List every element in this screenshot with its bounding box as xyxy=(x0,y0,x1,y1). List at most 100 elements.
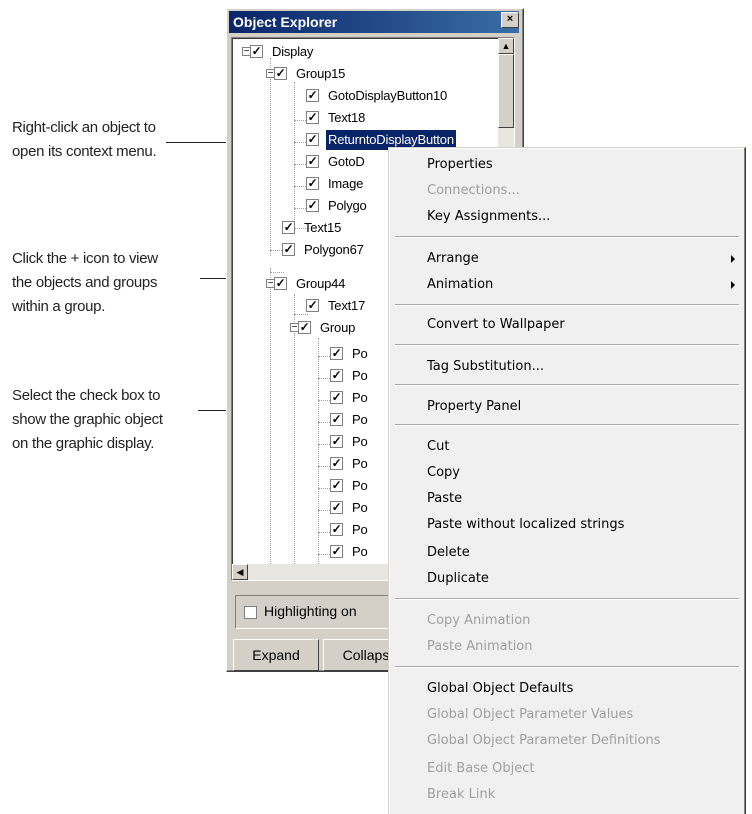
checkbox-checked-icon[interactable]: ✓ xyxy=(330,413,343,426)
menu-item-paste-animation: Paste Animation xyxy=(427,639,533,654)
annotation-check-box: Select the check box to show the graphic… xyxy=(12,384,163,456)
tree-node-label: Image xyxy=(328,176,364,191)
tree-node-label: Po xyxy=(352,522,368,537)
checkbox-checked-icon[interactable]: ✓ xyxy=(282,243,295,256)
tree-line xyxy=(318,338,319,580)
checkbox-checked-icon[interactable]: ✓ xyxy=(250,45,263,58)
tree-node-label: Group xyxy=(320,320,356,335)
checkbox-checked-icon[interactable]: ✓ xyxy=(306,299,319,312)
checkbox-checked-icon[interactable]: ✓ xyxy=(330,501,343,514)
expand-button[interactable]: Expand xyxy=(233,639,319,671)
annotation-line: open its context menu. xyxy=(12,143,157,160)
tree-line xyxy=(294,294,295,580)
checkbox-checked-icon[interactable]: ✓ xyxy=(330,347,343,360)
tree-node-label: Group44 xyxy=(296,276,346,291)
checkbox-checked-icon[interactable]: ✓ xyxy=(330,369,343,382)
annotation-line: show the graphic object xyxy=(12,411,163,428)
annotation-expand-icon: Click the + icon to view the objects and… xyxy=(12,247,158,319)
menu-item-paste-without-localized-strings[interactable]: Paste without localized strings xyxy=(427,512,624,538)
checkbox-checked-icon[interactable]: ✓ xyxy=(306,111,319,124)
checkbox-checked-icon[interactable]: ✓ xyxy=(274,277,287,290)
checkbox-checked-icon[interactable]: ✓ xyxy=(306,177,319,190)
tree-line xyxy=(270,58,271,256)
menu-separator xyxy=(395,424,739,426)
tree-node-label: Po xyxy=(352,544,368,559)
checkbox-checked-icon[interactable]: ✓ xyxy=(274,67,287,80)
checkbox-checked-icon[interactable]: ✓ xyxy=(330,479,343,492)
checkbox-checked-icon[interactable]: ✓ xyxy=(330,457,343,470)
menu-item-cut[interactable]: Cut xyxy=(427,434,449,460)
tree-node-label: Group15 xyxy=(296,66,346,81)
menu-item-animation[interactable]: Animation xyxy=(427,272,493,298)
menu-item-property-panel[interactable]: Property Panel xyxy=(427,394,521,420)
menu-item-copy-animation: Copy Animation xyxy=(427,613,531,628)
checkbox-checked-icon[interactable]: ✓ xyxy=(330,523,343,536)
menu-separator xyxy=(395,344,739,346)
menu-separator xyxy=(395,304,739,306)
menu-item-tag-substitution[interactable]: Tag Substitution... xyxy=(427,354,544,380)
scroll-up-icon[interactable]: ▲ xyxy=(498,38,514,54)
menu-item-copy[interactable]: Copy xyxy=(427,460,460,486)
checkbox-checked-icon[interactable]: ✓ xyxy=(282,221,295,234)
menu-item-global-object-parameter-definitions: Global Object Parameter Definitions xyxy=(427,733,661,748)
tree-node-label: Po xyxy=(352,368,368,383)
checkbox-checked-icon[interactable]: ✓ xyxy=(306,199,319,212)
tree-node-label: Po xyxy=(352,478,368,493)
menu-item-global-object-parameter-values: Global Object Parameter Values xyxy=(427,707,634,722)
menu-item-connections: Connections... xyxy=(427,183,520,198)
menu-item-arrange[interactable]: Arrange xyxy=(427,246,479,272)
highlighting-label: Highlighting on xyxy=(264,603,357,619)
tree-node-label: Text17 xyxy=(328,298,366,313)
annotation-line: Select the check box to xyxy=(12,387,161,404)
menu-item-duplicate[interactable]: Duplicate xyxy=(427,566,489,592)
submenu-arrow-icon xyxy=(731,255,735,263)
checkbox-checked-icon[interactable]: ✓ xyxy=(330,391,343,404)
tree-node-label: Polygon67 xyxy=(304,242,364,257)
checkbox-checked-icon[interactable]: ✓ xyxy=(306,133,319,146)
menu-item-break-link: Break Link xyxy=(427,787,496,802)
tree-node-label: Text15 xyxy=(304,220,342,235)
tree-node-label: Po xyxy=(352,456,368,471)
window-title: Object Explorer xyxy=(233,14,338,30)
scroll-left-icon[interactable]: ◀ xyxy=(232,564,248,580)
menu-item-global-object-defaults[interactable]: Global Object Defaults xyxy=(427,676,573,702)
collapse-button-label: Collaps xyxy=(342,647,390,663)
checkbox-unchecked-icon[interactable] xyxy=(244,606,257,619)
annotation-line: Click the + icon to view xyxy=(12,250,158,267)
submenu-arrow-icon xyxy=(731,281,735,289)
tree-node-label: GotoDisplayButton10 xyxy=(328,88,448,103)
checkbox-checked-icon[interactable]: ✓ xyxy=(306,155,319,168)
window-title-bar[interactable]: Object Explorer xyxy=(229,11,519,33)
tree-node-label: Po xyxy=(352,390,368,405)
tree-node-label: Polygo xyxy=(328,198,367,213)
close-icon: × xyxy=(506,13,514,25)
context-menu: Properties Connections... Key Assignment… xyxy=(388,147,746,814)
tree-node-label: Display xyxy=(272,44,314,59)
menu-item-paste[interactable]: Paste xyxy=(427,486,462,512)
checkbox-checked-icon[interactable]: ✓ xyxy=(330,435,343,448)
expand-button-label: Expand xyxy=(252,647,300,663)
menu-item-convert-to-wallpaper[interactable]: Convert to Wallpaper xyxy=(427,312,565,338)
menu-item-edit-base-object: Edit Base Object xyxy=(427,761,535,776)
tree-node-label: Po xyxy=(352,500,368,515)
annotation-line: Right-click an object to xyxy=(12,119,156,136)
checkbox-checked-icon[interactable]: ✓ xyxy=(298,321,311,334)
menu-item-delete[interactable]: Delete xyxy=(427,540,470,566)
checkbox-checked-icon[interactable]: ✓ xyxy=(330,545,343,558)
tree-node-label: Text18 xyxy=(328,110,366,125)
tree-line xyxy=(270,268,271,580)
menu-separator xyxy=(395,236,739,238)
menu-item-properties[interactable]: Properties xyxy=(427,152,493,178)
tree-node-label: Po xyxy=(352,346,368,361)
menu-separator xyxy=(395,598,739,600)
tree-node-label: Po xyxy=(352,434,368,449)
menu-item-key-assignments[interactable]: Key Assignments... xyxy=(427,204,550,230)
checkbox-checked-icon[interactable]: ✓ xyxy=(306,89,319,102)
annotation-line: the objects and groups xyxy=(12,274,158,291)
menu-separator xyxy=(395,384,739,386)
tree-node-label: GotoD xyxy=(328,154,365,169)
annotation-line: on the graphic display. xyxy=(12,435,155,452)
annotation-context-menu: Right-click an object to open its contex… xyxy=(12,116,157,164)
close-button[interactable]: × xyxy=(501,12,519,28)
scroll-thumb[interactable] xyxy=(498,54,514,128)
